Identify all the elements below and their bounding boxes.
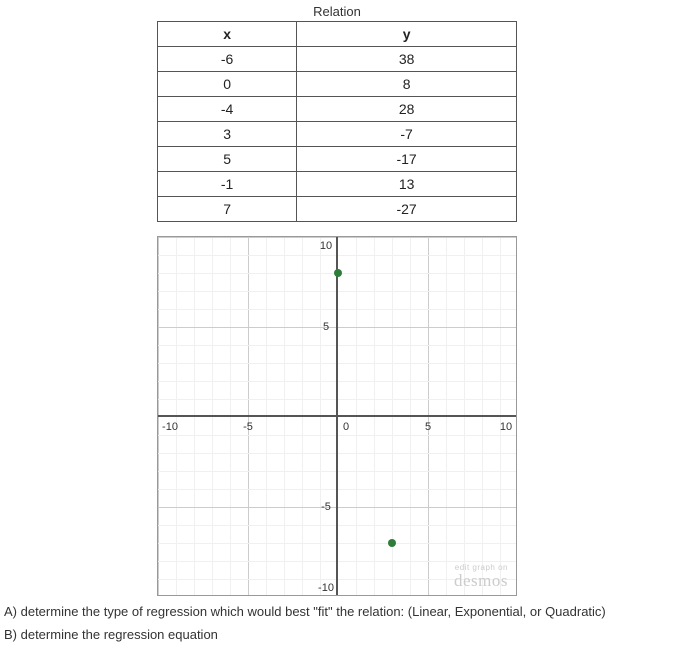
cell-x: -1 xyxy=(158,172,297,197)
table-row: -4 28 xyxy=(158,97,517,122)
y-tick-label: -10 xyxy=(318,582,334,594)
cell-y: 8 xyxy=(297,72,517,97)
relation-table: x y -6 38 0 8 -4 28 3 -7 5 -17 xyxy=(157,21,517,222)
question-a: A) determine the type of regression whic… xyxy=(4,604,674,619)
cell-x: -6 xyxy=(158,47,297,72)
question-b: B) determine the regression equation xyxy=(4,627,674,642)
cell-y: 38 xyxy=(297,47,517,72)
y-tick-label: -5 xyxy=(321,501,331,513)
data-point[interactable] xyxy=(334,269,342,277)
desmos-brand-big: desmos xyxy=(454,572,508,589)
table-row: 5 -17 xyxy=(158,147,517,172)
data-point[interactable] xyxy=(388,539,396,547)
x-tick-label: 10 xyxy=(500,421,512,433)
table-title: Relation xyxy=(0,4,674,19)
x-axis xyxy=(158,415,516,417)
cell-x: -4 xyxy=(158,97,297,122)
table-row: 7 -27 xyxy=(158,197,517,222)
x-tick-label: 5 xyxy=(425,421,431,433)
cell-y: 13 xyxy=(297,172,517,197)
cell-y: 28 xyxy=(297,97,517,122)
scatter-plot[interactable]: -10 -5 0 5 10 -10 -5 5 10 edit graph ondesmos xyxy=(157,236,517,596)
col-header-x: x xyxy=(158,22,297,47)
cell-x: 0 xyxy=(158,72,297,97)
y-tick-label: 10 xyxy=(320,240,332,252)
cell-y: -27 xyxy=(297,197,517,222)
table-row: 3 -7 xyxy=(158,122,517,147)
cell-y: -17 xyxy=(297,147,517,172)
x-tick-label: -10 xyxy=(162,421,178,433)
table-row: -1 13 xyxy=(158,172,517,197)
table-row: -6 38 xyxy=(158,47,517,72)
cell-x: 7 xyxy=(158,197,297,222)
x-tick-label: 0 xyxy=(343,421,349,433)
cell-x: 5 xyxy=(158,147,297,172)
x-tick-label: -5 xyxy=(243,421,253,433)
cell-x: 3 xyxy=(158,122,297,147)
col-header-y: y xyxy=(297,22,517,47)
desmos-brand[interactable]: edit graph ondesmos xyxy=(454,564,508,589)
y-tick-label: 5 xyxy=(323,321,329,333)
cell-y: -7 xyxy=(297,122,517,147)
table-row: 0 8 xyxy=(158,72,517,97)
